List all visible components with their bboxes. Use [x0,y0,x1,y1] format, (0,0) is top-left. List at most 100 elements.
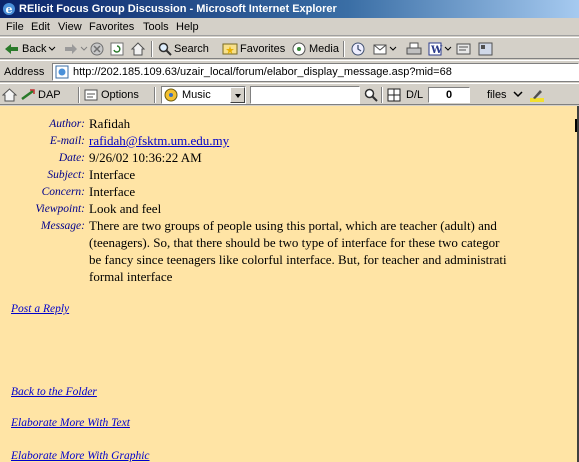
search-icon [158,42,172,56]
download-count: 0 [428,87,470,103]
music-icon [164,88,178,102]
media-icon [292,42,306,56]
more-chevron-button[interactable] [512,86,524,104]
search-label: Search [174,43,209,55]
standard-toolbar: Back Search Favorites Media W [0,37,579,59]
favorites-label: Favorites [240,43,286,55]
menu-view[interactable]: View [58,21,82,33]
svg-text:W: W [430,45,443,56]
search-button[interactable]: Search [158,40,209,58]
forward-button[interactable] [64,40,88,58]
history-button[interactable] [350,40,366,58]
menu-tools[interactable]: Tools [143,21,169,33]
magnifier-icon [364,88,378,102]
favorites-button[interactable]: Favorites [222,40,285,58]
viewpoint-label: Viewpoint: [35,203,85,215]
music-label: Music [182,89,211,101]
mail-button[interactable] [373,40,397,58]
dap-button[interactable]: DAP [21,86,61,104]
menu-file[interactable]: File [6,21,24,33]
discuss-icon [456,43,471,55]
edit-button[interactable]: W [428,40,452,58]
media-button[interactable]: Media [291,40,339,58]
message-line: There are two groups of people using thi… [89,218,497,233]
subject-row: Subject: Interface [0,167,579,183]
messenger-icon [478,42,493,56]
back-to-folder-link[interactable]: Back to the Folder [11,386,97,398]
home-small-button[interactable] [2,86,17,104]
toolbar-search-input[interactable] [250,86,360,104]
message-line: be fancy since teenagers like colorful i… [89,252,507,267]
options-icon [84,89,98,101]
address-input[interactable]: http://202.185.109.63/uzair_local/forum/… [52,63,579,81]
chevron-down-icon [513,91,523,98]
concern-label: Concern: [41,186,85,198]
refresh-icon [110,42,124,56]
address-label: Address [4,66,45,78]
web-page-icon [55,65,69,79]
discuss-button[interactable] [456,40,472,58]
stop-button[interactable] [90,40,104,58]
date-value: 9/26/02 10:36:22 AM [89,150,202,165]
chevron-down-icon [230,87,245,103]
viewpoint-value: Look and feel [89,201,162,216]
history-icon [351,42,365,56]
subject-label: Subject: [47,169,85,181]
toolbar-separator [78,87,80,103]
date-row: Date: 9/26/02 10:36:22 AM [0,150,579,166]
options-label: Options [101,89,139,101]
toolbar-separator [343,41,345,57]
grid-icon [387,88,401,102]
elaborate-graphic-link[interactable]: Elaborate More With Graphic [11,450,150,462]
toolbar-separator [154,87,156,103]
concern-row: Concern: Interface [0,184,579,200]
menu-bar: File Edit View Favorites Tools Help [0,18,579,36]
pencil-icon [530,90,544,102]
post-reply-link[interactable]: Post a Reply [11,303,69,315]
back-button[interactable]: Back [4,40,56,58]
subject-value: Interface [89,167,136,182]
svg-text:e: e [6,3,13,16]
elaborate-text-link[interactable]: Elaborate More With Text [11,417,130,429]
print-button[interactable] [406,40,422,58]
menu-help[interactable]: Help [176,21,199,33]
chevron-down-icon [444,46,452,51]
message-label: Message: [40,220,85,232]
chevron-down-icon [80,46,88,51]
printer-icon [406,42,422,55]
house-icon [2,88,17,102]
window-title-bar[interactable]: e RElicit Focus Group Discussion - Micro… [0,0,579,18]
music-dropdown[interactable]: Music [161,86,246,104]
home-icon [130,42,146,56]
home-button[interactable] [130,40,146,58]
chevron-down-icon [389,46,397,51]
chevron-down-icon [49,46,56,51]
menu-favorites[interactable]: Favorites [89,21,134,33]
concern-value: Interface [89,184,136,199]
favorites-icon [222,43,238,55]
address-url: http://202.185.109.63/uzair_local/forum/… [73,66,452,78]
refresh-button[interactable] [110,40,124,58]
toolbar-search-button[interactable] [364,86,378,104]
dap-label: DAP [38,89,61,101]
message-line: formal interface [89,269,173,284]
email-label: E-mail: [49,135,85,147]
highlight-button[interactable] [530,86,544,104]
message-label-row: Message: [0,218,88,234]
email-row: E-mail: rafidah@fsktm.um.edu.my [0,133,579,149]
email-link[interactable]: rafidah@fsktm.um.edu.my [89,133,229,148]
options-button[interactable]: Options [84,86,139,104]
toolbar-separator [151,41,153,57]
date-label: Date: [58,152,85,164]
back-label: Back [22,43,47,55]
message-line: (teenagers). So, that there should be tw… [89,235,500,250]
internet-explorer-icon: e [3,3,15,16]
dl-button[interactable] [387,86,401,104]
menu-edit[interactable]: Edit [31,21,50,33]
back-arrow-icon [5,44,18,54]
author-label: Author: [49,118,85,130]
stop-icon [90,42,104,56]
address-bar: Address http://202.185.109.63/uzair_loca… [0,60,579,82]
messenger-button[interactable] [478,40,494,58]
author-value: Rafidah [89,116,131,131]
